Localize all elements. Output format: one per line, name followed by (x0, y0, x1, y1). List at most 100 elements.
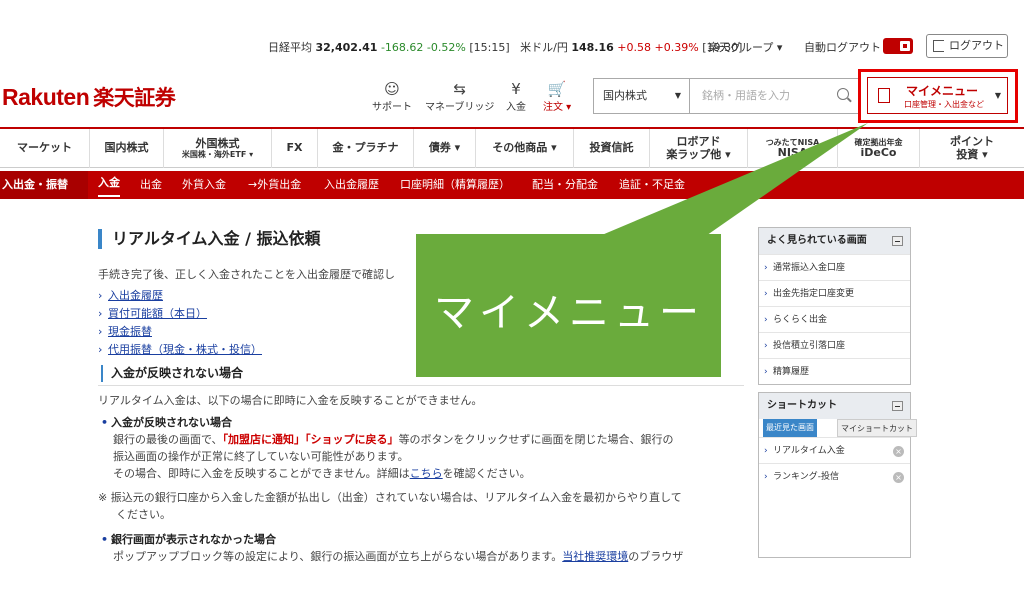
bullet-no-bank-screen: 銀行画面が表示されなかった場合 (101, 531, 276, 547)
nav-point-invest[interactable]: ポイント 投資 ▾ (920, 129, 1024, 168)
section-title: 入金が反映されない場合 (101, 365, 243, 382)
nav-point-label: ポイント (950, 134, 994, 148)
collapse-icon[interactable] (892, 401, 903, 411)
usdjpy-label: 米ドル/円 (520, 41, 568, 54)
cart-icon: 🛒 (547, 80, 567, 98)
nikkei-time: [15:15] (469, 41, 510, 54)
popular-item[interactable]: 精算履歴 (759, 358, 910, 385)
recent-item[interactable]: ランキング-投信 × (759, 463, 910, 490)
popular-pages-header: よく見られている画面 (759, 228, 910, 254)
nav-domestic-stock-label: 国内株式 (104, 141, 149, 155)
bullet-not-reflected: 入金が反映されない場合 (101, 414, 232, 430)
logo-text-en: Rakuten (2, 84, 90, 110)
tab-recent[interactable]: 最近見た画面 (763, 419, 817, 437)
nav-gold-platinum[interactable]: 金・プラチナ (318, 129, 414, 168)
nav-point-sub: 投資 ▾ (956, 147, 988, 161)
deposit-link[interactable]: ¥ 入金 (506, 80, 526, 113)
para-popup-block: ポップアップブロック等の設定により、銀行の振込画面が立ち上がらない場合があります… (113, 548, 683, 565)
nav-other-products[interactable]: その他商品 ▾ (476, 129, 574, 168)
popular-item[interactable]: 投信積立引落口座 (759, 332, 910, 359)
remove-icon[interactable]: × (893, 446, 904, 457)
recommended-env-link[interactable]: 当社推奨環境 (562, 550, 628, 563)
chevron-down-icon: ▼ (994, 91, 1001, 100)
nav-robo-sub: 楽ラップ他 ▾ (666, 147, 731, 161)
tab-my-shortcut[interactable]: マイショートカット (837, 419, 917, 437)
usdjpy-change: +0.58 (617, 41, 652, 54)
popular-item[interactable]: 通常振込入金口座 (759, 254, 910, 281)
shortcut-header: ショートカット (759, 393, 910, 419)
recent-item-label: ランキング-投信 (773, 472, 839, 482)
money-bridge-link[interactable]: ⇆ マネーブリッジ (425, 80, 494, 113)
related-links: 入出金履歴 買付可能額（本日） 現金振替 代用振替（現金・株式・投信） (98, 287, 262, 359)
logout-button[interactable]: ログアウト (926, 34, 1008, 58)
subnav-current-section[interactable]: 入出金・振替 (0, 171, 88, 199)
rakuten-group-menu[interactable]: 楽天グループ ▾ (708, 39, 782, 55)
recent-item[interactable]: リアルタイム入金 × (759, 437, 910, 464)
note-line-1: ※ 振込元の銀行口座から入金した金額が払出し（出金）されていない場合は、リアルタ… (98, 491, 682, 504)
popular-pages-panel: よく見られている画面 通常振込入金口座 出金先指定口座変更 らくらく出金 投信積… (758, 227, 911, 385)
link-buying-power[interactable]: 買付可能額（本日） (98, 305, 262, 323)
rakuten-securities-logo[interactable]: Rakuten 楽天証券 (2, 82, 176, 112)
subnav-margin-call[interactable]: 追証・不足金 (619, 171, 685, 199)
para-details-b: を確認ください。 (442, 467, 531, 480)
logout-icon (933, 40, 944, 52)
nav-investment-trust[interactable]: 投資信託 (574, 129, 650, 168)
details-link[interactable]: こちら (410, 467, 443, 480)
page-title: リアルタイム入金 / 振込依頼 (98, 229, 321, 249)
mymenu-subtitle: 口座管理・入出金など (904, 100, 984, 109)
subnav-fx-withdrawal[interactable]: →外貨出金 (248, 171, 301, 199)
nav-bonds-label: 債券 ▾ (428, 141, 461, 155)
popular-item[interactable]: らくらく出金 (759, 306, 910, 333)
usdjpy-value: 148.16 (571, 41, 614, 54)
nav-foreign-stock-sub: 米国株・海外ETF ▾ (181, 150, 254, 160)
nav-bonds[interactable]: 債券 ▾ (414, 129, 476, 168)
nikkei-change: -168.62 (380, 41, 424, 54)
subnav-history[interactable]: 入出金履歴 (324, 171, 379, 199)
note-line-2: ください。 (116, 508, 171, 521)
subnav-fx-deposit[interactable]: 外貨入金 (182, 171, 226, 199)
nav-fx[interactable]: FX (272, 129, 318, 168)
link-deposit-history[interactable]: 入出金履歴 (98, 287, 262, 305)
nav-nisa-sub: NISA (777, 145, 808, 159)
mymenu-button[interactable]: マイメニュー 口座管理・入出金など ▼ (867, 77, 1008, 114)
auto-logout-toggle[interactable] (883, 38, 913, 54)
subnav-withdrawal[interactable]: 出金 (140, 171, 162, 199)
sub-navigation: 入出金・振替 入金 出金 外貨入金 →外貨出金 入出金履歴 口座明細（精算履歴）… (0, 171, 1024, 199)
support-link[interactable]: ☺ サポート (372, 80, 412, 113)
para-bank-screen-a: 銀行の最後の画面で、 (113, 433, 223, 446)
popular-item[interactable]: 出金先指定口座変更 (759, 280, 910, 307)
nikkei-pct: -0.52% (426, 41, 466, 54)
nav-fx-label: FX (286, 141, 303, 155)
nav-other-label: その他商品 ▾ (492, 141, 557, 155)
nav-robo-advisor[interactable]: ロボアド 楽ラップ他 ▾ (650, 129, 748, 168)
subnav-deposit[interactable]: 入金 (98, 171, 120, 197)
market-ticker: 日経平均 32,402.41 -168.62 -0.52% [15:15] 米ド… (268, 39, 742, 55)
nav-domestic-stock[interactable]: 国内株式 (90, 129, 164, 168)
search-input[interactable]: 銘柄・用語を入力 (702, 79, 790, 113)
para-transfer-incomplete: 振込画面の操作が正常に終了していない可能性があります。 (113, 450, 409, 463)
nav-robo-label: ロボアド (676, 134, 721, 148)
recent-item-label: リアルタイム入金 (773, 446, 845, 456)
nav-market-label: マーケット (17, 141, 72, 155)
subnav-dividends[interactable]: 配当・分配金 (532, 171, 598, 199)
collapse-icon[interactable] (892, 236, 903, 246)
para-bank-screen-b: 等のボタンをクリックせずに画面を閉じた場合、銀行の (398, 433, 674, 446)
return-shop-text: 「ショップに戻る」 (305, 433, 399, 446)
subnav-statement[interactable]: 口座明細（精算履歴） (400, 171, 510, 199)
nikkei-value: 32,402.41 (315, 41, 378, 54)
order-menu[interactable]: 🛒 注文 ▾ (543, 80, 571, 113)
para-details: その場合、即時に入金を反映することができません。詳細はこちらを確認ください。 (113, 465, 531, 482)
nav-nisa[interactable]: つみたてNISA NISA (748, 129, 838, 168)
search-category-select[interactable]: 国内株式 ▼ (594, 79, 690, 113)
shortcut-title: ショートカット (767, 400, 837, 411)
logout-label: ログアウト (949, 39, 1004, 52)
nav-ideco[interactable]: 確定拠出年金 iDeCo (838, 129, 920, 168)
nav-foreign-stock[interactable]: 外国株式 米国株・海外ETF ▾ (164, 129, 272, 168)
link-collateral-transfer[interactable]: 代用振替（現金・株式・投信） (98, 341, 262, 359)
link-cash-transfer[interactable]: 現金振替 (98, 323, 262, 341)
nav-gold-label: 金・プラチナ (332, 141, 399, 155)
remove-icon[interactable]: × (893, 472, 904, 483)
search-icon[interactable] (837, 88, 849, 100)
document-icon (878, 88, 890, 103)
nav-market[interactable]: マーケット (0, 129, 90, 168)
